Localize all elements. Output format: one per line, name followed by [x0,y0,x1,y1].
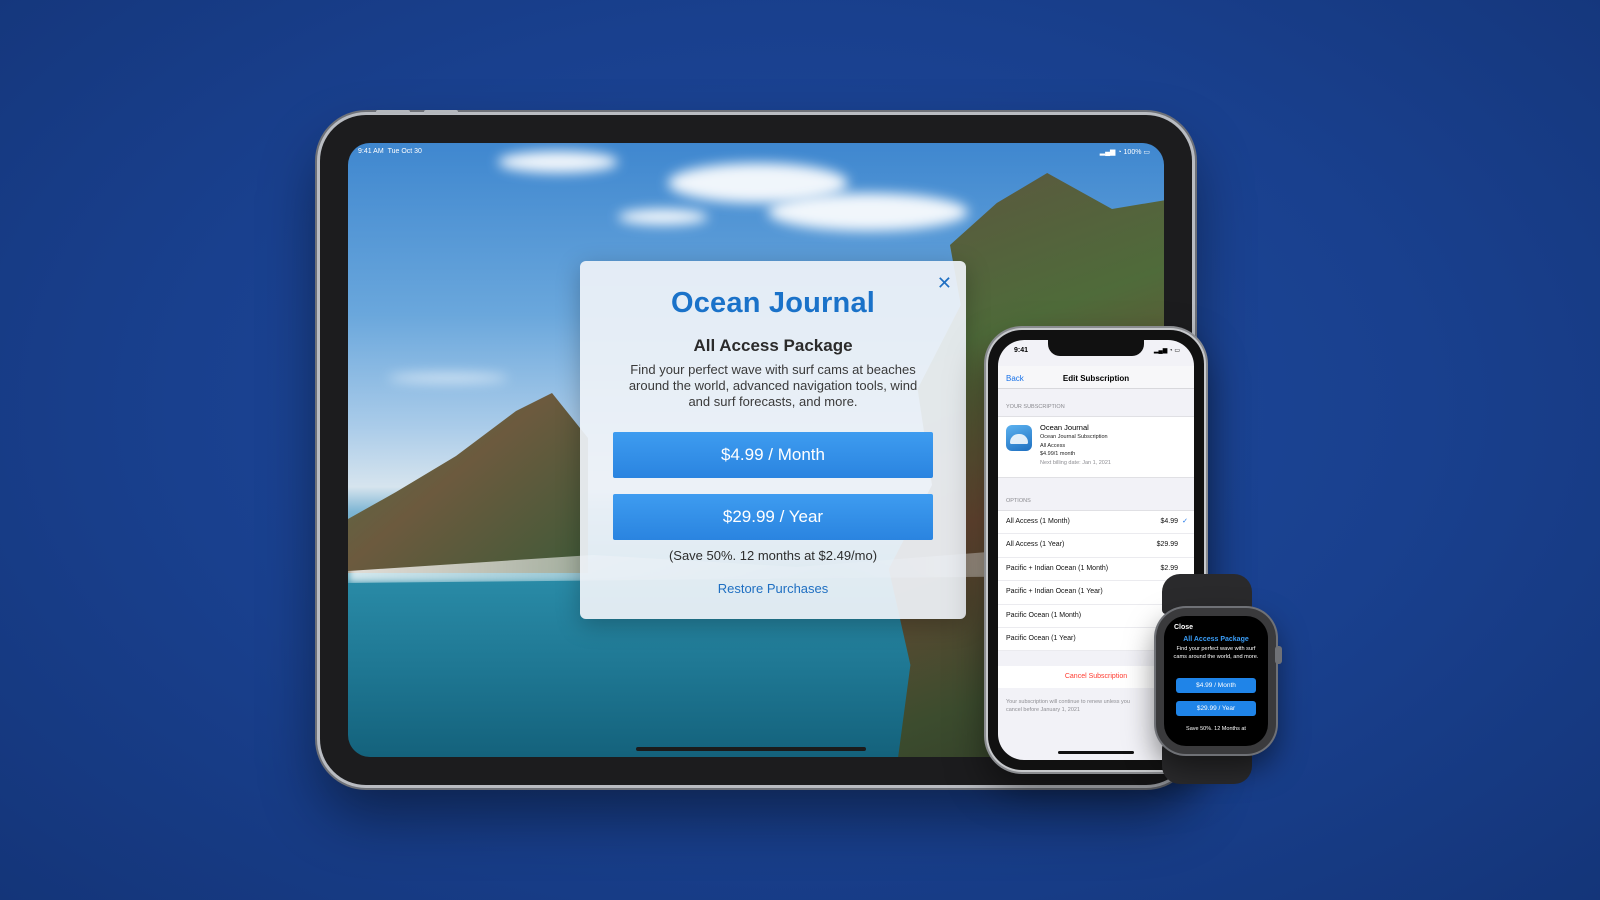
option-price: $4.99 [1160,518,1178,525]
ipad-status-bar: 9:41 AM Tue Oct 30 [358,148,422,155]
renewal-footnote: Your subscription will continue to renew… [1006,699,1130,713]
yearly-subscribe-button[interactable]: $29.99 / Year [613,494,933,540]
option-name: All Access (1 Year) [1006,541,1065,549]
home-indicator[interactable] [636,747,866,751]
option-name: Pacific + Indian Ocean (1 Month) [1006,564,1109,572]
cloud [498,151,618,173]
option-name: Pacific Ocean (1 Month) [1006,611,1082,619]
option-row[interactable]: All Access (1 Year) $29.99 [998,534,1194,558]
watch-description: Find your perfect wave with surf cams ar… [1173,646,1259,660]
watch-close-button[interactable]: Close [1174,624,1193,631]
watch-monthly-button[interactable]: $4.99 / Month [1176,678,1256,693]
app-title: Ocean Journal [670,287,876,319]
option-name: Pacific Ocean (1 Year) [1006,634,1076,642]
savings-note: (Save 50%. 12 months at $2.49/mo) [668,548,878,563]
status-date: Tue Oct 30 [387,148,422,155]
watch-savings-note: Save 50%. 12 Months at [1186,726,1246,732]
iphone-status-indicators: ▂▄▆ ◔ ▭ [1153,348,1180,354]
ipad-top-button [376,110,410,114]
option-name: Pacific + Indian Ocean (1 Year) [1006,588,1103,596]
cloud [388,373,508,383]
checkmark-icon: ✓ [1182,518,1188,525]
digital-crown[interactable] [1275,646,1282,664]
monthly-subscribe-button[interactable]: $4.99 / Month [613,432,933,478]
package-description: Find your perfect wave with surf cams at… [628,362,918,409]
watch-yearly-button[interactable]: $29.99 / Year [1176,701,1256,716]
status-time: 9:41 AM [358,148,384,155]
restore-purchases-link[interactable]: Restore Purchases [718,581,829,596]
ipad-top-button-2 [424,110,458,114]
option-row[interactable]: All Access (1 Month) $4.99 ✓ [998,511,1194,535]
next-billing-date: Next billing date: Jan 1, 2021 [1040,459,1111,466]
subscription-price: $4.99/1 month [1040,451,1076,457]
package-title: All Access Package [693,336,853,355]
options-header: OPTIONS [1006,498,1031,504]
subscription-tier: All Access [1040,442,1066,449]
cloud [768,193,968,231]
option-price: $2.99 [1160,564,1178,572]
subscription-app-name: Ocean Journal [1040,423,1089,432]
cloud [618,209,708,225]
watch-package-title: All Access Package [1183,636,1249,643]
your-subscription-header: YOUR SUBSCRIPTION [1006,404,1065,410]
watch-screen: Close All Access Package Find your perfe… [1164,616,1268,746]
option-name: All Access (1 Month) [1006,518,1070,525]
wave-icon [1010,434,1028,444]
subscription-product: Ocean Journal Subscription [1040,434,1108,440]
iphone-notch [1048,340,1144,356]
nav-title: Edit Subscription [1062,374,1130,383]
iphone-status-time: 9:41 [1014,347,1029,354]
paywall-modal: ✕ Ocean Journal All Access Package Find … [580,261,966,619]
close-icon[interactable]: ✕ [937,273,952,294]
watch-device: Close All Access Package Find your perfe… [1156,608,1276,754]
option-row[interactable]: Pacific + Indian Ocean (1 Month) $2.99 [998,558,1194,582]
app-icon [1006,425,1032,451]
iphone-home-indicator[interactable] [1058,751,1134,754]
status-indicators: ▂▄▆ ◔ 100% ▭ [1099,149,1150,156]
current-subscription-card: Ocean Journal Ocean Journal Subscription… [998,416,1194,478]
option-price: $29.99 [1156,541,1178,549]
navigation-bar: Back Edit Subscription [998,366,1194,389]
